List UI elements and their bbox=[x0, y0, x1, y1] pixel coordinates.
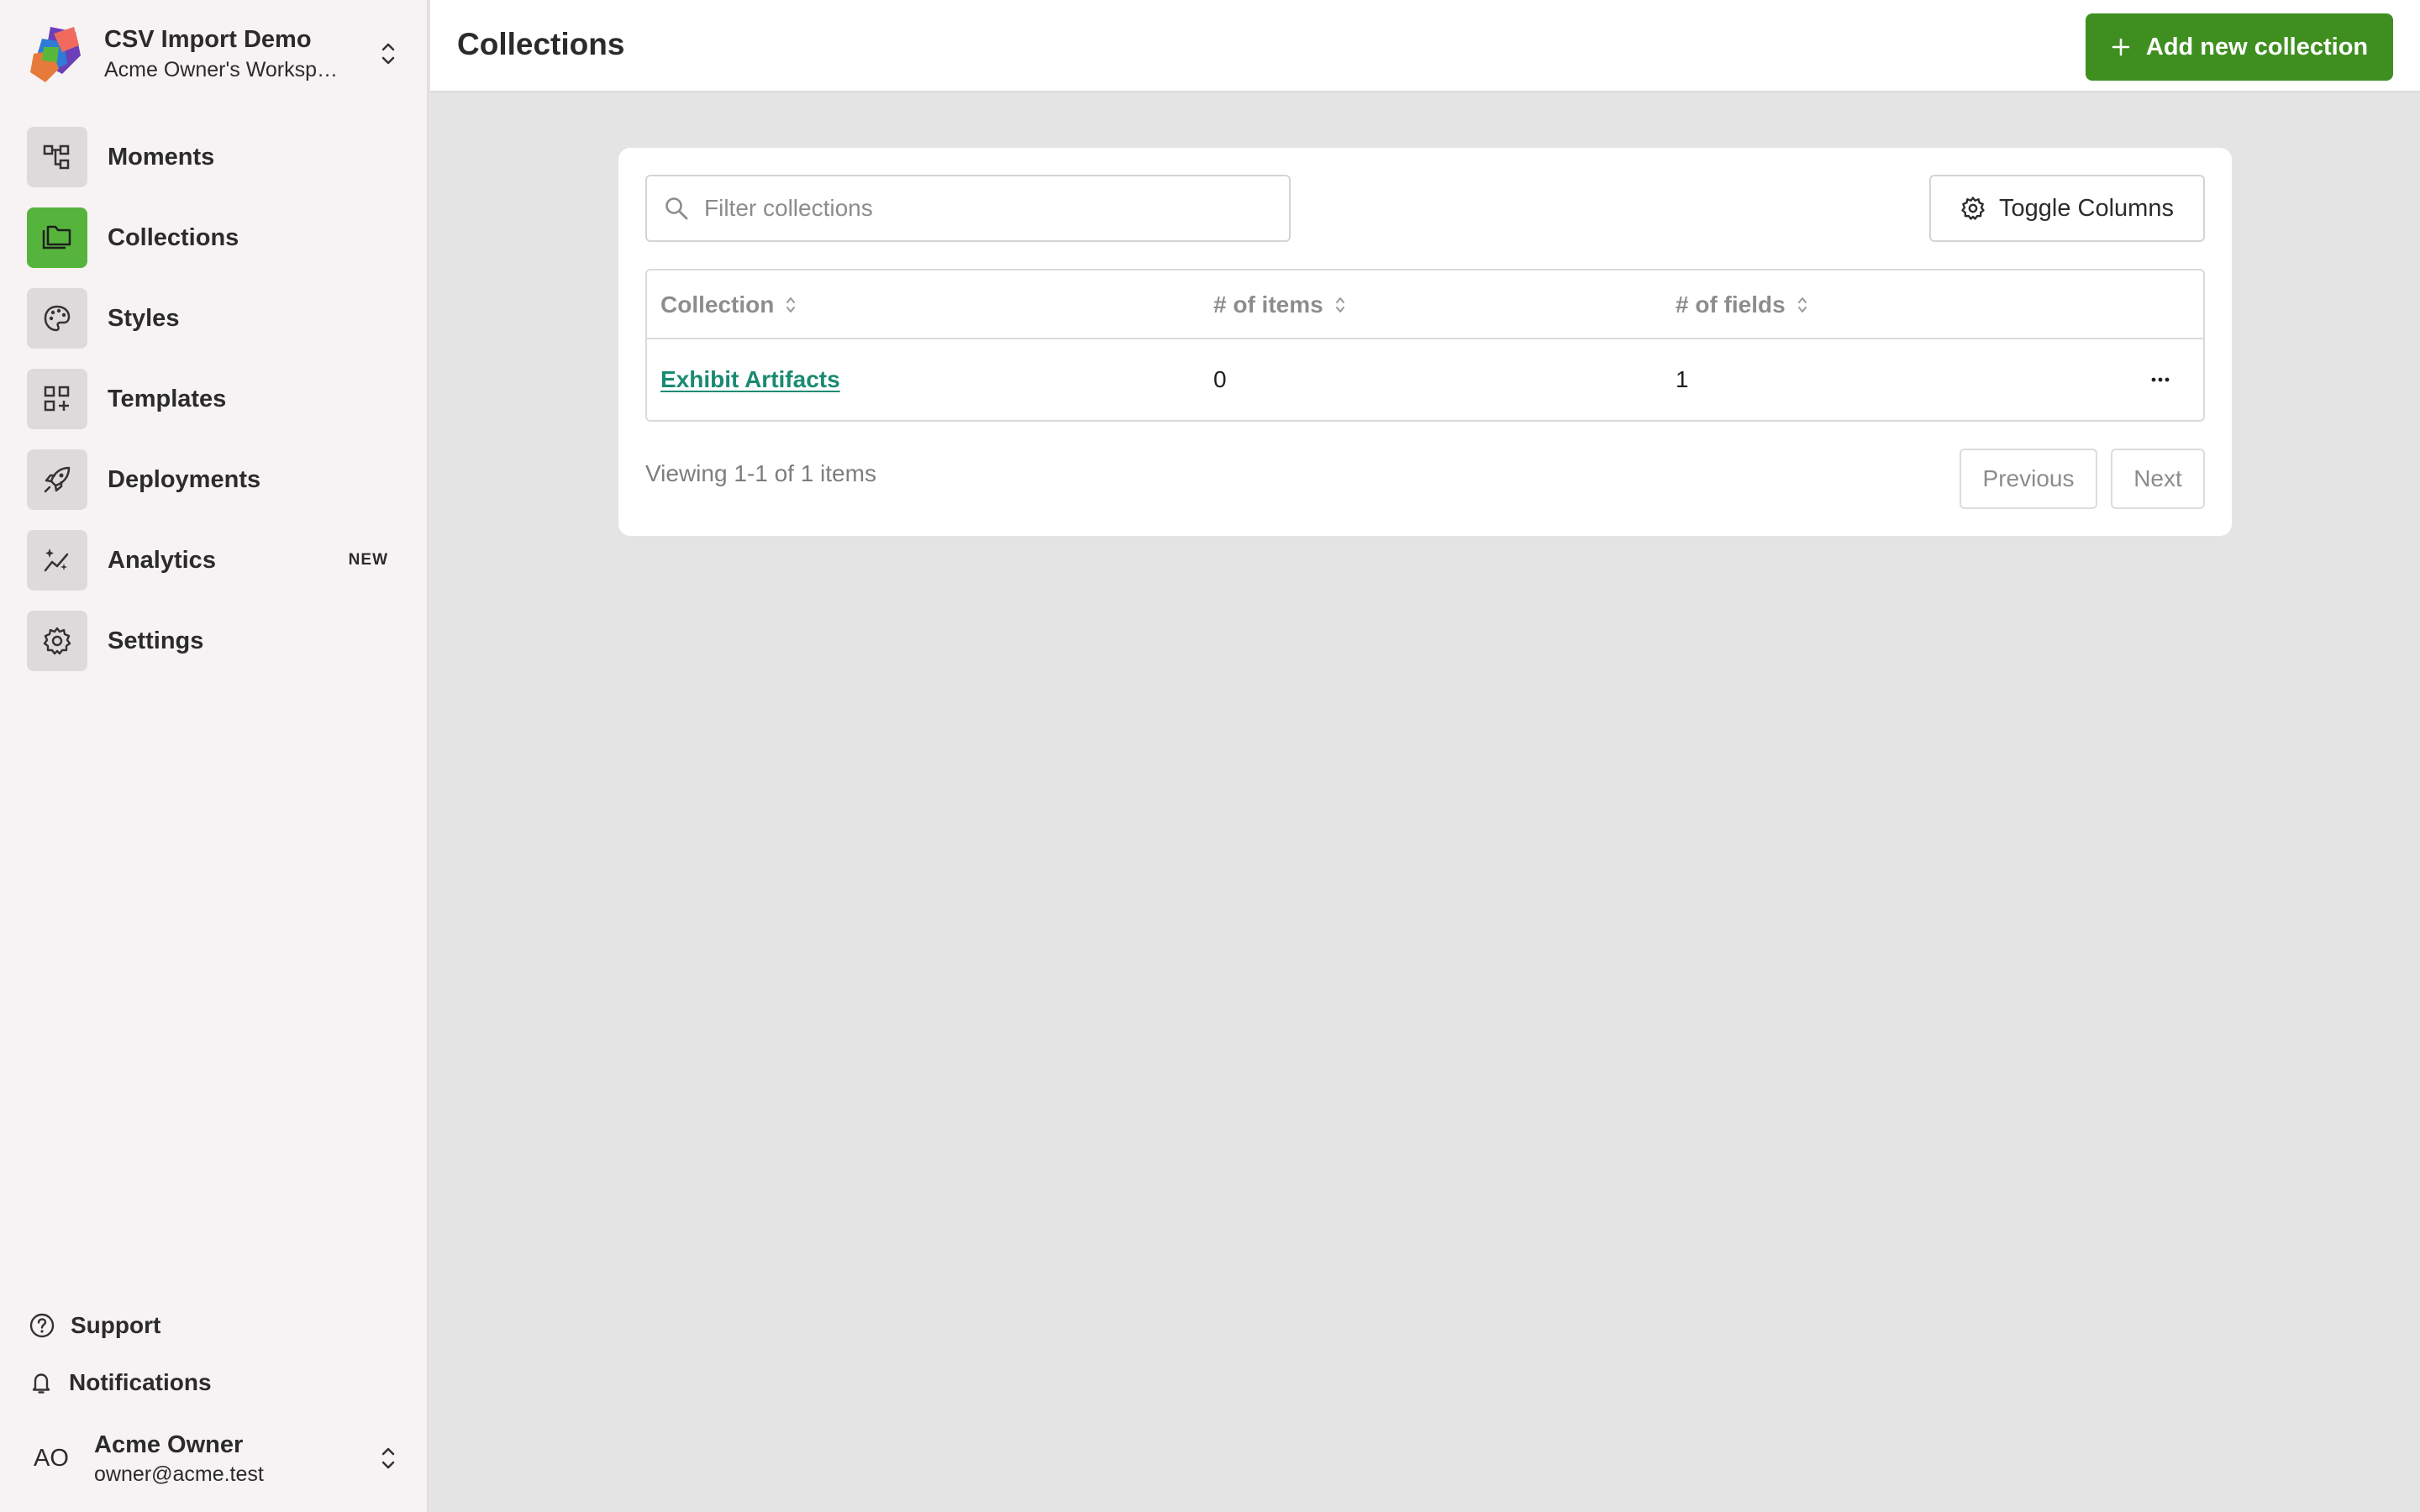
nav-label-analytics: Analytics bbox=[108, 546, 216, 574]
pagination-summary: Viewing 1-1 of 1 items bbox=[645, 460, 876, 486]
user-info: Acme Owner owner@acme.test bbox=[94, 1429, 378, 1488]
filter-field[interactable] bbox=[645, 175, 1291, 242]
user-menu[interactable]: AO Acme Owner owner@acme.test bbox=[34, 1426, 403, 1490]
bell-icon bbox=[32, 1373, 50, 1394]
nav-label-moments: Moments bbox=[108, 143, 215, 171]
nav-item-templates[interactable]: Templates bbox=[27, 368, 388, 430]
workspace-switcher[interactable]: CSV Import Demo Acme Owner's Workspace bbox=[25, 20, 403, 87]
toggle-columns-label: Toggle Columns bbox=[1999, 194, 2174, 222]
chevron-updown-icon bbox=[381, 43, 395, 65]
palette-icon bbox=[27, 288, 87, 349]
nav-item-analytics[interactable]: Analytics NEW bbox=[27, 529, 388, 591]
plus-icon bbox=[2112, 38, 2130, 56]
collections-table: Collection # of items # of fields Exhibi… bbox=[645, 269, 2205, 422]
hierarchy-icon bbox=[27, 127, 87, 187]
add-collection-button[interactable]: Add new collection bbox=[2086, 13, 2393, 81]
cell-collection-name: Exhibit Artifacts bbox=[660, 339, 840, 420]
nav-item-deployments[interactable]: Deployments bbox=[27, 449, 388, 511]
filter-input[interactable] bbox=[704, 195, 1259, 222]
workspace-name: CSV Import Demo bbox=[104, 26, 312, 53]
page-title: Collections bbox=[457, 27, 625, 61]
column-label: Collection bbox=[660, 291, 775, 318]
column-label: # of fields bbox=[1676, 291, 1786, 318]
app-logo bbox=[30, 27, 81, 82]
nav-item-settings[interactable]: Settings bbox=[27, 610, 388, 672]
help-circle-icon bbox=[29, 1313, 55, 1338]
add-collection-label: Add new collection bbox=[2145, 33, 2369, 60]
sidebar: CSV Import Demo Acme Owner's Workspace M… bbox=[0, 0, 429, 1512]
table-row: Exhibit Artifacts 0 1 bbox=[647, 339, 2203, 420]
column-header-fields[interactable]: # of fields bbox=[1676, 270, 1807, 339]
row-actions-button[interactable] bbox=[2151, 339, 2170, 420]
table-header: Collection # of items # of fields bbox=[647, 270, 2203, 339]
chevron-updown-icon bbox=[381, 1447, 395, 1469]
notifications-link[interactable]: Notifications bbox=[29, 1369, 212, 1396]
support-link[interactable]: Support bbox=[29, 1312, 160, 1339]
gear-icon bbox=[27, 611, 87, 671]
nav-item-collections[interactable]: Collections bbox=[27, 207, 388, 269]
collection-link[interactable]: Exhibit Artifacts bbox=[660, 366, 840, 393]
notifications-label: Notifications bbox=[69, 1369, 212, 1395]
column-header-items[interactable]: # of items bbox=[1213, 270, 1345, 339]
sort-icon bbox=[1335, 297, 1344, 312]
nav-label-deployments: Deployments bbox=[108, 465, 261, 493]
cell-fields-count: 1 bbox=[1676, 366, 1689, 392]
workspace-info: CSV Import Demo Acme Owner's Workspace bbox=[104, 24, 378, 84]
folders-icon bbox=[27, 207, 87, 268]
nav-label-collections: Collections bbox=[108, 223, 239, 251]
avatar: AO bbox=[34, 1444, 69, 1472]
search-icon bbox=[666, 197, 688, 220]
more-horizontal-icon bbox=[2151, 377, 2170, 382]
user-name: Acme Owner bbox=[94, 1431, 244, 1458]
rocket-icon bbox=[27, 449, 87, 510]
collections-card: Toggle Columns Collection # of items # o… bbox=[618, 148, 2232, 536]
nav-label-settings: Settings bbox=[108, 627, 204, 654]
column-header-collection[interactable]: Collection bbox=[660, 270, 796, 339]
next-button[interactable]: Next bbox=[2111, 449, 2205, 509]
nav-label-templates: Templates bbox=[108, 385, 227, 412]
support-label: Support bbox=[71, 1312, 161, 1338]
nav-label-styles: Styles bbox=[108, 304, 180, 332]
cell-items-count: 0 bbox=[1213, 366, 1227, 392]
previous-button[interactable]: Previous bbox=[1960, 449, 2097, 509]
sort-icon bbox=[1797, 297, 1807, 312]
sort-icon bbox=[786, 297, 796, 312]
template-grid-icon bbox=[27, 369, 87, 429]
sparkle-chart-icon bbox=[27, 530, 87, 591]
gear-icon bbox=[1961, 197, 1985, 220]
nav-item-styles[interactable]: Styles bbox=[27, 287, 388, 349]
top-bar: Collections Add new collection bbox=[430, 0, 2420, 92]
workspace-subtitle: Acme Owner's Workspace bbox=[104, 58, 348, 81]
new-badge: NEW bbox=[348, 551, 388, 569]
nav-item-moments[interactable]: Moments bbox=[27, 126, 388, 188]
main-nav: Moments Collections Styles Templates Dep… bbox=[27, 126, 388, 690]
column-label: # of items bbox=[1213, 291, 1323, 318]
user-email: owner@acme.test bbox=[94, 1462, 264, 1486]
toggle-columns-button[interactable]: Toggle Columns bbox=[1929, 175, 2205, 242]
